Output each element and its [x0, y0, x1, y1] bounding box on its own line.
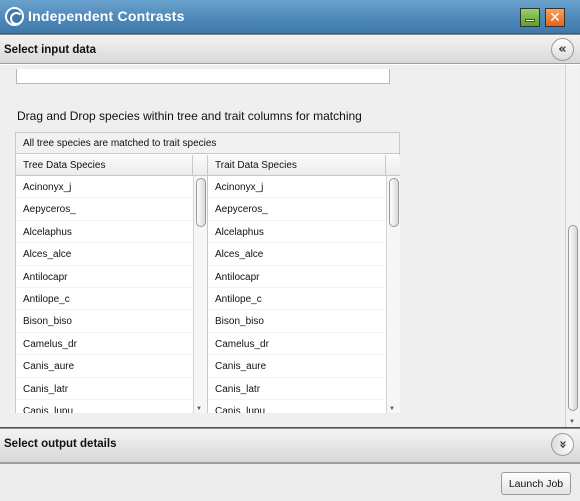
- species-row[interactable]: Canis_aure: [16, 355, 207, 378]
- species-row[interactable]: Bison_biso: [208, 310, 400, 333]
- species-row[interactable]: Antilocapr: [208, 266, 400, 288]
- species-row[interactable]: Canis_lupu: [208, 400, 400, 413]
- app-logo-icon: [5, 7, 24, 26]
- trait-species-list: Acinonyx_j Aepyceros_ Alcelaphus Alces_alce…: [208, 176, 400, 413]
- expand-output-button[interactable]: »: [551, 433, 574, 456]
- collapse-up-icon: «: [558, 42, 567, 57]
- trait-scroll-thumb[interactable]: [389, 178, 399, 227]
- launch-job-button[interactable]: Launch Job: [501, 472, 571, 495]
- scroll-down-arrow-icon[interactable]: ▼: [196, 406, 202, 412]
- input-section-header[interactable]: Select input data «: [0, 34, 580, 64]
- species-row[interactable]: Canis_lupu: [16, 400, 207, 413]
- species-row[interactable]: Alcelaphus: [208, 221, 400, 244]
- species-row[interactable]: Canis_latr: [16, 378, 207, 400]
- species-row[interactable]: Alcelaphus: [16, 221, 207, 244]
- trait-list-scrollbar[interactable]: ▼: [386, 176, 400, 413]
- panel-scrollbar[interactable]: ▼: [565, 65, 579, 427]
- trait-species-column: Trait Data Species Acinonyx_j Aepyceros_ A…: [208, 155, 400, 413]
- minimize-icon: [525, 19, 535, 22]
- close-icon: ✕: [549, 9, 561, 26]
- species-row[interactable]: Alces_alce: [208, 243, 400, 266]
- tree-scroll-thumb[interactable]: [196, 178, 206, 227]
- match-status-text: All tree species are matched to trait sp…: [16, 133, 399, 154]
- species-row[interactable]: Antilope_c: [16, 288, 207, 311]
- species-row[interactable]: Alces_alce: [16, 243, 207, 266]
- species-row[interactable]: Acinonyx_j: [208, 176, 400, 199]
- species-row[interactable]: Canis_latr: [208, 378, 400, 400]
- window-titlebar: Independent Contrasts ✕: [0, 0, 580, 34]
- minimize-button[interactable]: [520, 8, 540, 27]
- scroll-down-arrow-icon[interactable]: ▼: [389, 406, 395, 412]
- close-button[interactable]: ✕: [545, 8, 565, 27]
- input-field-remnant: [16, 69, 390, 84]
- species-row[interactable]: Antilope_c: [208, 288, 400, 311]
- trait-column-header[interactable]: Trait Data Species: [208, 155, 400, 176]
- species-row[interactable]: Camelus_dr: [208, 333, 400, 356]
- species-row[interactable]: Aepyceros_: [208, 198, 400, 221]
- output-section-header[interactable]: Select output details »: [0, 428, 580, 463]
- collapse-input-button[interactable]: «: [551, 38, 574, 61]
- input-section-content: Drag and Drop species within tree and tr…: [0, 65, 580, 428]
- tree-species-column: Tree Data Species Acinonyx_j Aepyceros_ Al…: [16, 155, 208, 413]
- window-title: Independent Contrasts: [28, 8, 185, 24]
- species-row[interactable]: Aepyceros_: [16, 198, 207, 221]
- panel-scroll-thumb[interactable]: [568, 225, 578, 411]
- species-row[interactable]: Bison_biso: [16, 310, 207, 333]
- species-row[interactable]: Acinonyx_j: [16, 176, 207, 199]
- tree-column-header[interactable]: Tree Data Species: [16, 155, 207, 176]
- species-row[interactable]: Antilocapr: [16, 266, 207, 288]
- species-matching-grid: All tree species are matched to trait sp…: [15, 132, 400, 413]
- tree-species-list: Acinonyx_j Aepyceros_ Alcelaphus Alces_alce…: [16, 176, 207, 413]
- input-section-title: Select input data: [4, 44, 97, 56]
- expand-down-icon: »: [555, 440, 570, 449]
- scroll-down-arrow-icon[interactable]: ▼: [569, 419, 575, 425]
- tree-list-scrollbar[interactable]: ▼: [193, 176, 207, 413]
- instruction-text: Drag and Drop species within tree and tr…: [17, 109, 362, 123]
- output-section-title: Select output details: [4, 438, 117, 450]
- species-row[interactable]: Canis_aure: [208, 355, 400, 378]
- footer-bar: Launch Job: [0, 463, 580, 501]
- species-row[interactable]: Camelus_dr: [16, 333, 207, 356]
